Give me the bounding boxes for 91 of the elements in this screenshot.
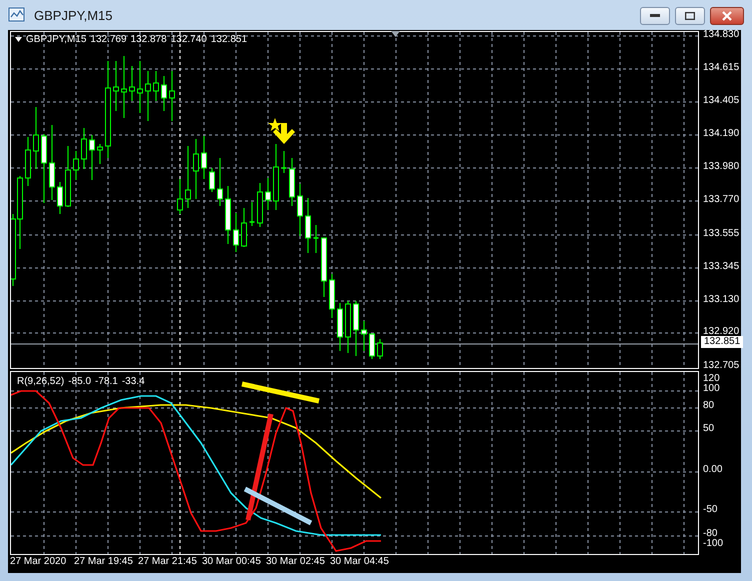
- candle: [161, 76, 167, 112]
- trend-line[interactable]: [246, 413, 274, 521]
- price-label: 133.555: [703, 227, 740, 241]
- indicator-level-label: 120: [703, 372, 720, 384]
- candle: [113, 60, 119, 112]
- candle: [305, 198, 311, 254]
- candle: [289, 158, 295, 206]
- candle: [65, 146, 71, 208]
- candle: [297, 184, 303, 236]
- candle: [153, 70, 159, 102]
- star-icon: [268, 118, 282, 131]
- candle: [89, 134, 95, 180]
- time-label: 27 Mar 21:45: [138, 556, 198, 567]
- indicator-value: -78.1: [95, 376, 118, 387]
- price-label: 134.830: [703, 28, 740, 42]
- candle: [217, 158, 223, 206]
- candle: [329, 274, 335, 318]
- candle: [81, 128, 87, 170]
- candle: [314, 224, 318, 254]
- candle: [337, 302, 343, 352]
- candle: [265, 178, 271, 210]
- candle: [282, 150, 286, 174]
- candle: [361, 320, 367, 352]
- price-label: 134.190: [703, 127, 740, 141]
- maximize-icon: [685, 12, 695, 20]
- indicator-level-label: -80: [703, 527, 718, 539]
- chart-shift-marker-icon[interactable]: [391, 31, 400, 37]
- candle: [241, 208, 247, 248]
- window-title: GBPJPY,M15: [34, 8, 113, 22]
- indicator-level-label: -50: [703, 503, 718, 517]
- dropdown-triangle-icon[interactable]: [15, 37, 22, 42]
- minimize-icon: [650, 14, 660, 18]
- symbol-label: GBPJPY,M15: [26, 34, 86, 45]
- time-label: 30 Mar 02:45: [266, 556, 326, 567]
- close-icon: [722, 11, 732, 21]
- candle: [353, 300, 359, 356]
- candle: [185, 146, 191, 208]
- chart-window-icon: [8, 7, 26, 23]
- candle: [273, 144, 279, 210]
- current-price-label: 132.851: [701, 336, 744, 348]
- candle: [193, 138, 199, 200]
- ohlc-value: 132.769: [90, 34, 127, 45]
- candle: [129, 66, 135, 102]
- candle: [250, 202, 254, 226]
- price-label: 133.345: [703, 260, 740, 274]
- time-label: 27 Mar 2020: [10, 556, 68, 567]
- price-label: 134.405: [703, 94, 740, 108]
- indicator-level-label: 80: [703, 399, 714, 413]
- price-label: 132.920: [703, 325, 740, 337]
- candle: [369, 334, 375, 360]
- candle: [73, 150, 79, 180]
- indicator-level-label: 100: [703, 382, 720, 396]
- candle: [257, 182, 263, 228]
- indicator-level-label: 0.00: [703, 463, 722, 477]
- price-label: 133.130: [703, 293, 740, 307]
- candle: [97, 144, 103, 164]
- candle: [201, 136, 207, 180]
- indicator-value: -85.0: [68, 376, 92, 387]
- candle: [321, 238, 327, 298]
- candle: [225, 186, 231, 244]
- indicator-level-label: 50: [703, 422, 714, 436]
- price-label: 133.980: [703, 160, 740, 174]
- candle: [41, 134, 47, 204]
- price-label: 133.770: [703, 193, 740, 207]
- time-label: 27 Mar 19:45: [74, 556, 134, 567]
- indicator-value: -33.4: [122, 376, 145, 387]
- candle: [209, 168, 215, 192]
- candle: [233, 212, 239, 252]
- candle: [145, 70, 151, 122]
- candle: [169, 70, 175, 122]
- close-button[interactable]: [710, 7, 744, 25]
- ohlc-value: 132.851: [210, 34, 248, 45]
- ohlc-value: 132.878: [130, 34, 167, 45]
- candle: [137, 60, 143, 114]
- price-label: 134.615: [703, 61, 740, 75]
- price-label: 132.705: [703, 359, 740, 373]
- candle: [177, 178, 183, 214]
- minimize-button[interactable]: [640, 7, 670, 25]
- indicator-label: R(9,26,52): [17, 376, 64, 387]
- candle: [377, 338, 383, 360]
- candle: [121, 56, 127, 118]
- sell-arrow-icon: [273, 123, 295, 144]
- ohlc-value: 132.740: [170, 34, 207, 45]
- indicator-level-label: -100: [703, 537, 724, 551]
- candle: [57, 182, 63, 214]
- time-label: 30 Mar 04:45: [330, 556, 390, 567]
- candle: [33, 106, 39, 170]
- candle: [25, 136, 31, 186]
- maximize-button[interactable]: [675, 7, 705, 25]
- candle: [345, 300, 351, 354]
- time-label: 30 Mar 00:45: [202, 556, 262, 567]
